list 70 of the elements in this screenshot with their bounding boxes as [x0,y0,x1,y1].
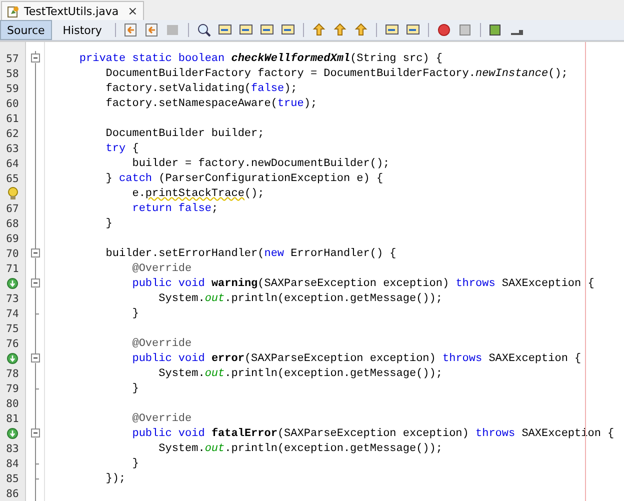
code-line: private static boolean checkWellformedXml(String src) { [78,52,442,64]
line-number: 74 [6,308,19,320]
java-file-icon [7,4,20,18]
code-line: System.out.println(exception.getMessage()); [158,292,442,304]
line-number: 63 [6,142,19,154]
collapse-icon[interactable] [30,51,40,66]
line-number: 59 [6,82,19,94]
code-line: return false; [131,202,218,214]
code-line: } [131,382,139,394]
view-tab[interactable]: History [56,20,108,40]
code-line: @Override [131,412,192,424]
line-number: 75 [6,322,19,334]
line-number: 60 [6,98,19,110]
close-button[interactable]: × [128,4,138,18]
override-icon[interactable] [7,353,18,364]
editor-tab[interactable]: TestTextUtils.java × [1,1,144,20]
line-number: 78 [6,368,19,380]
code-line: System.out.println(exception.getMessage()); [158,368,442,380]
line-number: 76 [6,338,19,350]
lightbulb-icon[interactable] [6,187,18,200]
line-number: 64 [6,158,19,170]
collapse-icon[interactable] [30,426,40,441]
line-number: 57 [6,52,19,64]
line-number: 68 [6,218,19,230]
view-tab[interactable]: Source [0,20,52,40]
collapse-icon[interactable] [30,276,40,291]
code-line: } catch (ParserConfigurationException e) { [104,172,384,184]
search-icon[interactable] [196,22,212,38]
record-icon[interactable] [436,22,452,38]
code-line: builder.setErrorHandler(new ErrorHandler() { [104,248,396,260]
line-number: 84 [6,458,19,470]
line-number: 85 [6,472,19,484]
code-line: builder = factory.newDocumentBuilder(); [131,158,390,170]
code-line: DocumentBuilderFactory factory = DocumentBuilderFactory.newInstance(); [104,68,568,80]
line-number: 79 [6,382,19,394]
line-number: 86 [6,488,19,500]
code-line: } [131,458,139,470]
collapse-icon[interactable] [30,246,40,261]
back-icon[interactable] [122,22,139,38]
line-number: 81 [6,412,19,424]
code-line: factory.setNamespaceAware(true); [104,98,318,110]
line-number: 69 [6,232,19,244]
override-icon[interactable] [7,428,18,439]
line-number: 58 [6,68,19,80]
code-line: public void warning(SAXParseException exception) throws SAXException { [131,278,594,290]
tab-title: TestTextUtils.java [24,4,119,18]
code-line: factory.setValidating(false); [104,82,298,94]
code-line: @Override [131,262,192,274]
code-line: public void fatalError(SAXParseException exception) throws SAXException { [131,428,614,440]
collapse-icon[interactable] [30,351,40,366]
line-number: 65 [6,172,19,184]
line-number: 73 [6,292,19,304]
code-line: @Override [131,338,192,350]
line-number: 62 [6,128,19,140]
code-line: }); [104,472,126,484]
stop-icon[interactable] [456,22,473,38]
code-line: e.printStackTrace(); [131,188,264,200]
line-number: 83 [6,442,19,454]
code-line: } [104,218,112,230]
line-number: 61 [6,112,19,124]
code-line: } [131,308,139,320]
line-number: 67 [6,202,19,214]
line-number: 71 [6,262,19,274]
line-number: 80 [6,398,19,410]
code-line: DocumentBuilder builder; [104,128,264,140]
code-line: try { [104,142,139,154]
line-number: 70 [6,248,19,260]
code-line: public void error(SAXParseException exception) throws SAXException { [131,352,582,364]
code-line: System.out.println(exception.getMessage()); [158,442,442,454]
override-icon[interactable] [7,278,18,289]
